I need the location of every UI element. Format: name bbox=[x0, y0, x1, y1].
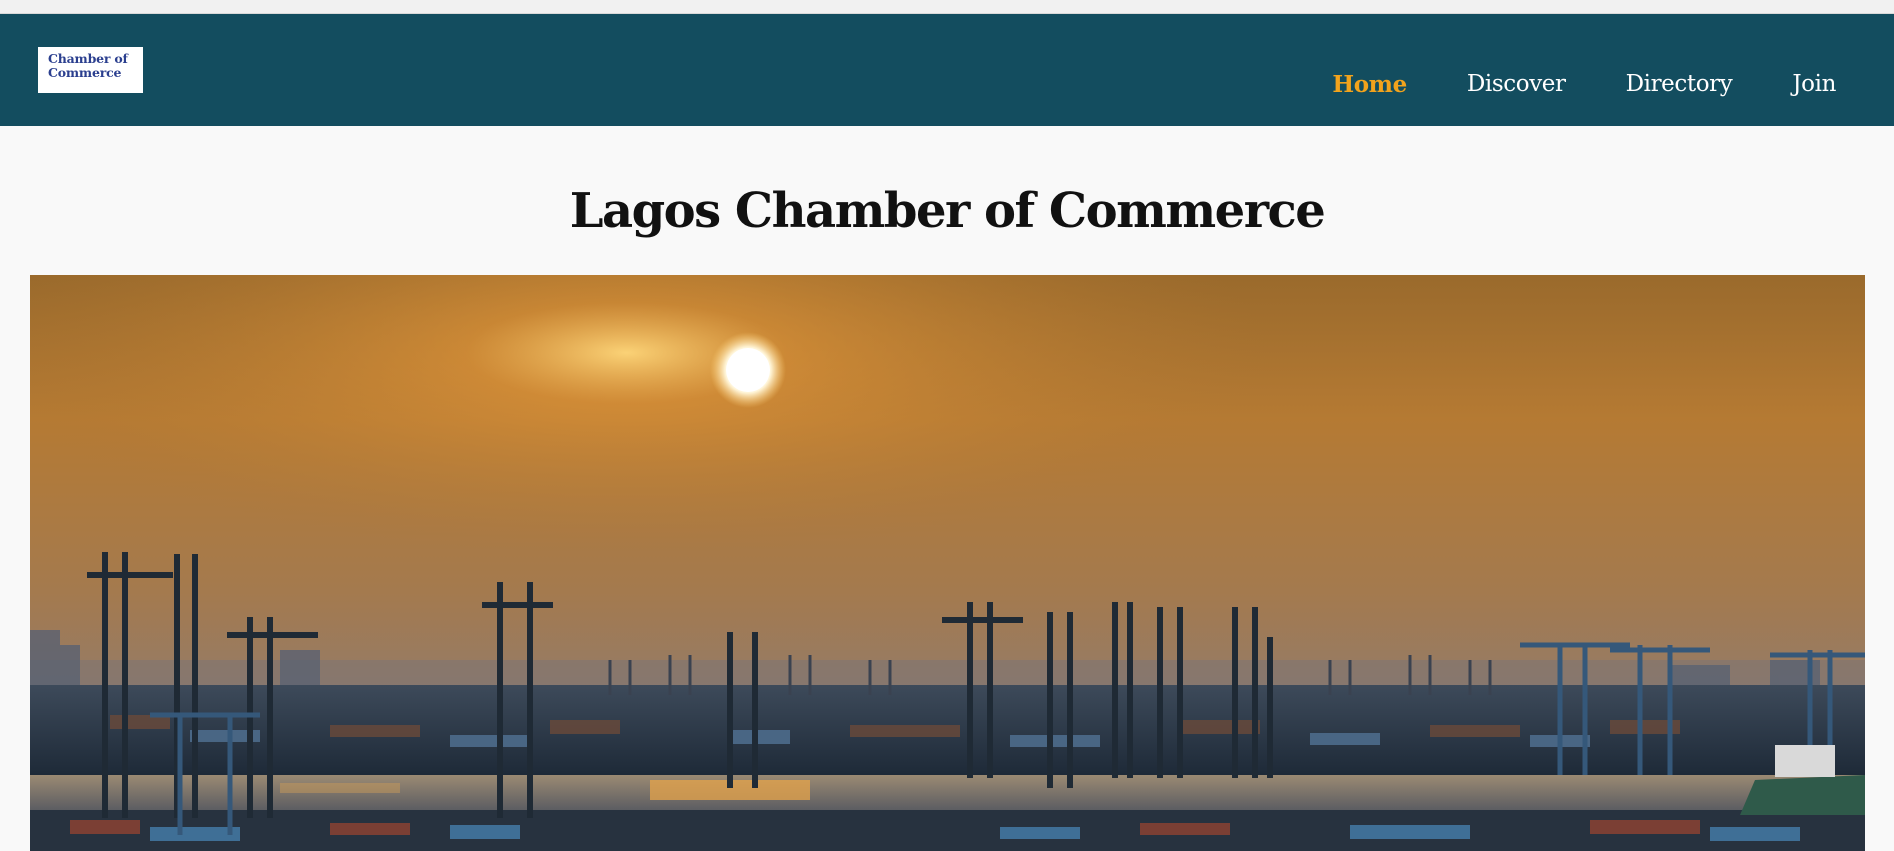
logo[interactable]: Chamber of Commerce bbox=[38, 47, 143, 93]
port-sunset-image bbox=[30, 275, 1865, 851]
main-nav: Home Discover Directory Join bbox=[1332, 67, 1836, 101]
logo-line-1: Chamber of bbox=[48, 51, 128, 66]
logo-line-2: Commerce bbox=[48, 65, 122, 80]
browser-top-strip bbox=[0, 0, 1894, 14]
nav-join-link[interactable]: Join bbox=[1792, 71, 1836, 97]
page-title: Lagos Chamber of Commerce bbox=[569, 183, 1326, 239]
site-header: Chamber of Commerce Home Discover Direct… bbox=[0, 14, 1894, 126]
nav-directory-link[interactable]: Directory bbox=[1626, 71, 1733, 97]
nav-discover-link[interactable]: Discover bbox=[1467, 71, 1566, 97]
nav-home-link[interactable]: Home bbox=[1332, 71, 1407, 98]
hero-image bbox=[30, 275, 1865, 851]
